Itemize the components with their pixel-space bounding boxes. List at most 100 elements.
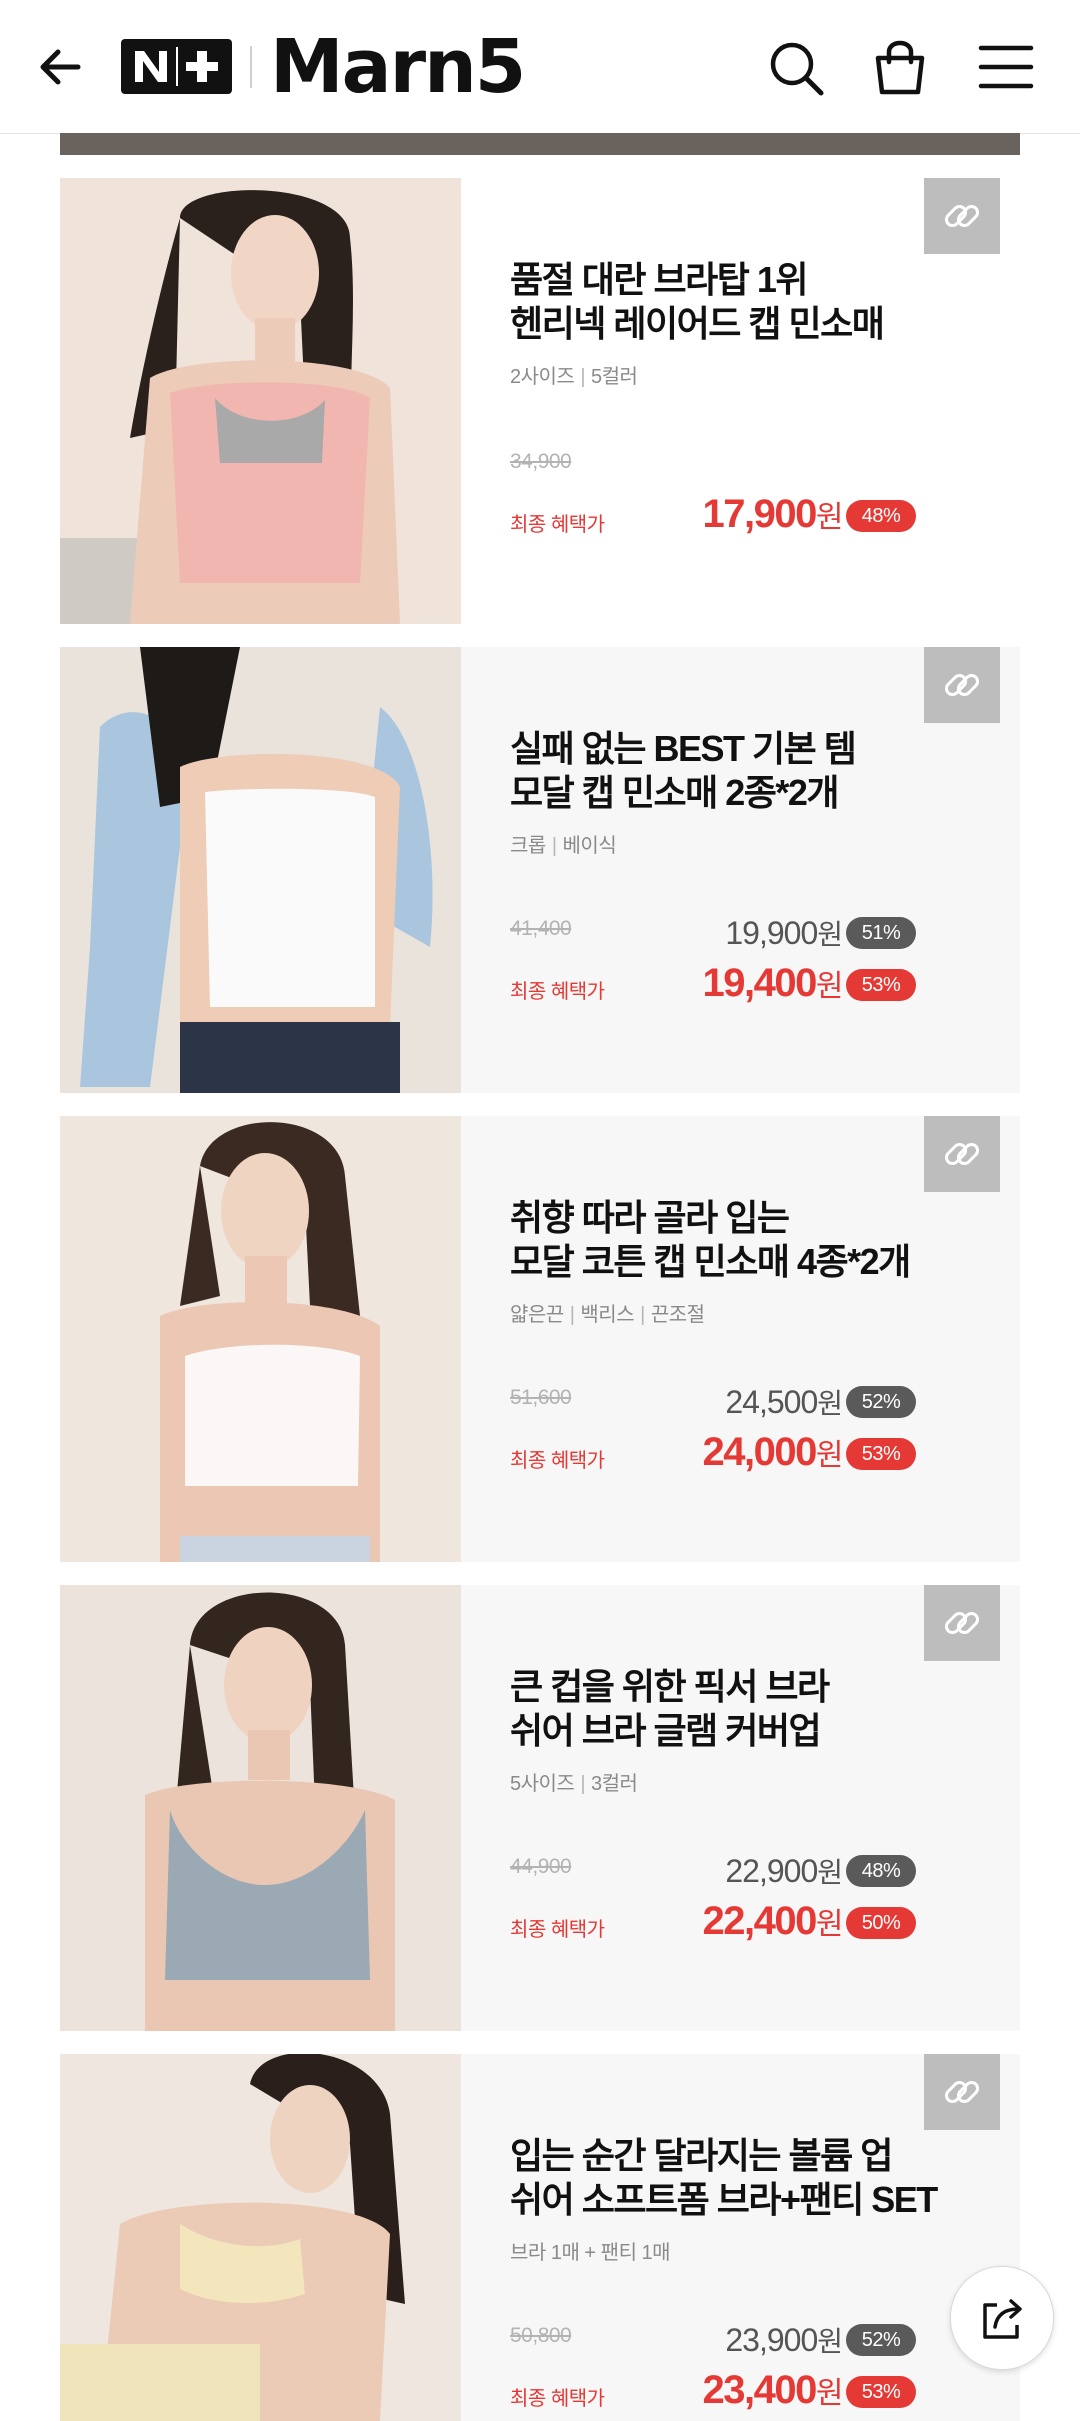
final-benefit-label: 최종 혜택가 (510, 2388, 605, 2410)
product-card[interactable]: 취향 따라 골라 입는 모달 코튼 캡 민소매 4종*2개 얇은끈 | 백리스 | 끈조… (60, 1116, 1020, 1562)
share-icon (983, 2299, 1022, 2339)
top-header: Marn5 (0, 0, 1080, 134)
product-photo[interactable] (60, 2054, 461, 2421)
product-title-line1: 큰 컵을 위한 픽서 브라 (510, 1666, 830, 1707)
product-photo[interactable] (60, 1585, 461, 2031)
final-price: 23,400원 (703, 2368, 844, 2413)
option-separator: | (580, 366, 586, 388)
final-price-currency: 원 (815, 1439, 844, 1472)
nplus-logo-mark (135, 47, 218, 86)
final-discount-badge: 53% (846, 969, 916, 1001)
share-button[interactable] (950, 2266, 1054, 2370)
sale-price: 19,900원 (725, 913, 843, 953)
copy-link-button[interactable] (924, 1585, 1000, 1661)
banner-image-strip[interactable] (60, 133, 1020, 155)
link-icon (944, 1611, 980, 1635)
sale-price: 24,500원 (725, 1382, 843, 1422)
final-price-currency: 원 (815, 1908, 844, 1941)
product-title-line2: 모달 코튼 캡 민소매 4종*2개 (510, 1241, 911, 1282)
sale-discount-badge: 48% (846, 1855, 916, 1887)
product-title-line1: 취향 따라 골라 입는 (510, 1197, 790, 1238)
product-title-line2: 쉬어 소프트폼 브라+팬티 SET (510, 2179, 938, 2220)
sale-price-value: 23,900 (725, 2322, 818, 2358)
final-price-value: 17,900 (702, 492, 818, 536)
link-icon (944, 204, 980, 228)
model-photo-1 (60, 178, 461, 624)
final-discount-badge: 53% (846, 2376, 916, 2408)
option-separator: | (551, 835, 557, 857)
copy-link-button[interactable] (924, 178, 1000, 254)
original-price: 50,800 (510, 2324, 572, 2347)
sale-price-value: 24,500 (725, 1384, 818, 1420)
product-photo[interactable] (60, 647, 461, 1093)
product-card[interactable]: 입는 순간 달라지는 볼륨 업 쉬어 소프트폼 브라+팬티 SET 브라 1매 … (60, 2054, 1020, 2421)
original-price: 34,900 (510, 450, 572, 473)
sale-discount-badge: 52% (846, 2324, 916, 2356)
shopping-bag-icon (875, 40, 925, 95)
link-icon (944, 1142, 980, 1166)
copy-link-button[interactable] (924, 2054, 1000, 2130)
option-color: 5컬러 (591, 366, 638, 388)
product-title-line2: 헨리넥 레이어드 캡 민소매 (510, 303, 885, 344)
option-set-composition: 브라 1매 + 팬티 1매 (510, 2242, 671, 2264)
final-price-value: 24,000 (702, 1430, 818, 1474)
menu-button[interactable] (976, 40, 1036, 94)
final-price-currency: 원 (815, 970, 844, 1003)
nplus-logo[interactable] (121, 39, 232, 94)
product-title-line1: 품절 대란 브라탑 1위 (510, 259, 809, 300)
option-back: 백리스 (580, 1304, 635, 1326)
option-size: 5사이즈 (510, 1773, 575, 1795)
sale-price-currency: 원 (817, 919, 843, 950)
product-options: 2사이즈 | 5컬러 (510, 360, 638, 389)
original-price: 41,400 (510, 917, 572, 940)
final-discount-badge: 50% (846, 1907, 916, 1939)
cart-button[interactable] (870, 36, 930, 98)
option-separator: | (569, 1304, 575, 1326)
sale-discount-badge: 51% (846, 917, 916, 949)
product-card[interactable]: 큰 컵을 위한 픽서 브라 쉬어 브라 글램 커버업 5사이즈 | 3컬러 44,9… (60, 1585, 1020, 2031)
link-icon (944, 2080, 980, 2104)
product-card[interactable]: 품절 대란 브라탑 1위 헨리넥 레이어드 캡 민소매 2사이즈 | 5컬러 34,… (60, 178, 1020, 624)
brand-logo[interactable]: Marn5 (270, 22, 526, 112)
copy-link-button[interactable] (924, 647, 1000, 723)
search-button[interactable] (766, 38, 826, 98)
copy-link-button[interactable] (924, 1116, 1000, 1192)
product-options: 5사이즈 | 3컬러 (510, 1767, 638, 1796)
model-photo-3 (60, 1116, 461, 1562)
product-photo[interactable] (60, 1116, 461, 1562)
product-photo[interactable] (60, 178, 461, 624)
back-button[interactable] (34, 38, 92, 96)
final-benefit-label: 최종 혜택가 (510, 981, 605, 1003)
model-photo-4 (60, 1585, 461, 2031)
option-separator: | (580, 1773, 586, 1795)
sale-price-currency: 원 (817, 1388, 843, 1419)
model-photo-2 (60, 647, 461, 1093)
search-icon (770, 42, 824, 96)
option-strap: 얇은끈 (510, 1304, 564, 1326)
product-options: 브라 1매 + 팬티 1매 (510, 2236, 671, 2265)
final-price-currency: 원 (815, 2377, 844, 2410)
final-discount-badge: 53% (846, 1438, 916, 1470)
final-price: 19,400원 (702, 961, 844, 1006)
final-price-value: 19,400 (702, 961, 818, 1005)
final-price: 24,000원 (702, 1430, 844, 1475)
product-options: 크롭 | 베이식 (510, 829, 617, 858)
final-price-value: 22,400 (702, 1899, 818, 1943)
option-color: 3컬러 (591, 1773, 638, 1795)
link-icon (944, 673, 980, 697)
final-price-currency: 원 (815, 501, 844, 534)
original-price: 44,900 (510, 1855, 572, 1878)
hamburger-menu-icon (978, 45, 1034, 89)
sale-price-currency: 원 (817, 2326, 843, 2357)
option-separator: | (640, 1304, 645, 1326)
logo-divider (250, 46, 252, 88)
final-price: 17,900원 (702, 492, 844, 537)
sale-price: 23,900원 (725, 2320, 843, 2360)
option-size: 2사이즈 (510, 366, 575, 388)
product-title-line1: 실패 없는 BEST 기본 템 (510, 728, 857, 769)
final-benefit-label: 최종 혜택가 (510, 1919, 605, 1941)
product-title-line1: 입는 순간 달라지는 볼륨 업 (510, 2135, 893, 2176)
option-fit: 크롭 (510, 835, 546, 857)
product-card[interactable]: 실패 없는 BEST 기본 템 모달 캡 민소매 2종*2개 크롭 | 베이식 41… (60, 647, 1020, 1093)
original-price: 51,600 (510, 1386, 572, 1409)
